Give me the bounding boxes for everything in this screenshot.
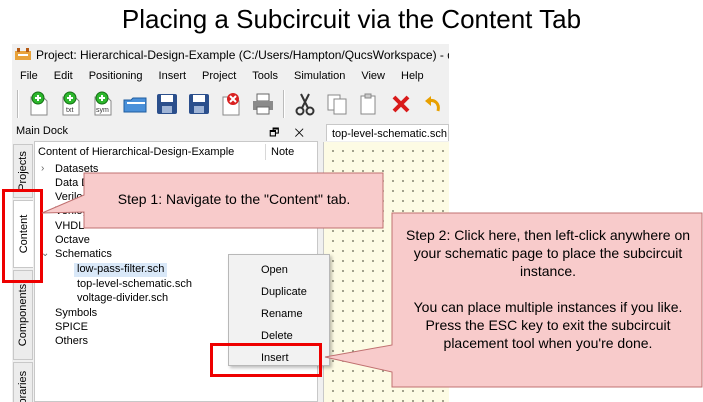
step2-callout-line1: Step 2: Click here, then left-click anyw… xyxy=(405,227,691,279)
step1-callout-text: Step 1: Navigate to the "Content" tab. xyxy=(117,191,351,207)
step2-callout-text: Step 2: Click here, then left-click anyw… xyxy=(400,226,696,352)
step2-callout-line2: You can place multiple instances if you … xyxy=(413,299,683,351)
callout-spacer xyxy=(400,280,696,298)
